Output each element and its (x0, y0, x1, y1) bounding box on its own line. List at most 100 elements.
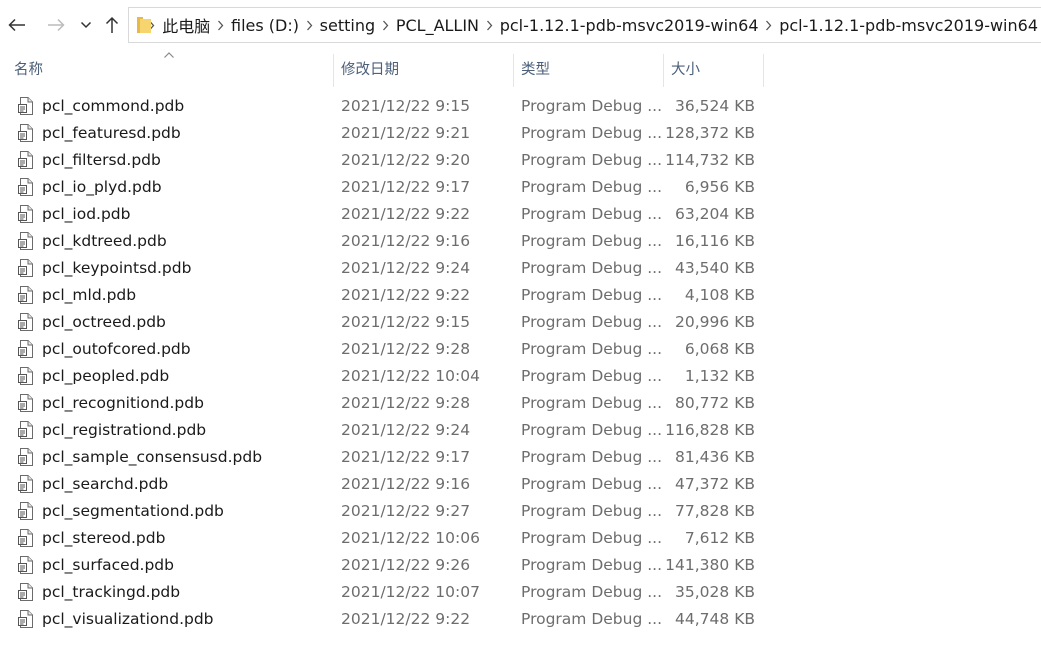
file-name: pcl_kdtreed.pdb (42, 231, 167, 250)
chevron-right-icon[interactable] (381, 20, 390, 31)
back-button[interactable] (6, 12, 28, 38)
file-name: pcl_octreed.pdb (42, 312, 166, 331)
column-header-date[interactable]: 修改日期 (333, 50, 513, 87)
forward-button[interactable] (45, 12, 67, 38)
column-header-size[interactable]: 大小 (663, 50, 763, 87)
file-modified-date: 2021/12/22 9:21 (341, 123, 471, 142)
file-name: pcl_segmentationd.pdb (42, 501, 224, 520)
file-modified-date: 2021/12/22 10:04 (341, 366, 480, 385)
file-list: pcl_commond.pdb 2021/12/22 9:15 Program De… (0, 92, 1041, 632)
file-type: Program Debug ... (521, 177, 663, 196)
file-type: Program Debug ... (521, 501, 663, 520)
column-header-name-label: 名称 (14, 62, 43, 78)
file-name: pcl_stereod.pdb (42, 528, 166, 547)
column-divider[interactable] (763, 54, 764, 87)
file-row[interactable]: pcl_peopled.pdb 2021/12/22 10:04 Program D… (0, 362, 1041, 389)
file-size: 16,116 KB (675, 231, 755, 250)
pdb-file-icon (18, 313, 34, 331)
file-type: Program Debug ... (521, 555, 663, 574)
column-header-type[interactable]: 类型 (513, 50, 663, 87)
sort-ascending-icon (164, 52, 174, 58)
file-size: 43,540 KB (675, 258, 755, 277)
breadcrumb-pdb-folder[interactable]: pcl-1.12.1-pdb-msvc2019-win64 (497, 16, 762, 35)
file-row[interactable]: pcl_outofcored.pdb 2021/12/22 9:28 Program… (0, 335, 1041, 362)
file-type: Program Debug ... (521, 285, 663, 304)
pdb-file-icon (18, 394, 34, 412)
file-row[interactable]: pcl_recognitiond.pdb 2021/12/22 9:28 Progr… (0, 389, 1041, 416)
file-name: pcl_mld.pdb (42, 285, 137, 304)
chevron-right-icon[interactable] (765, 20, 774, 31)
file-type: Program Debug ... (521, 420, 663, 439)
file-modified-date: 2021/12/22 9:16 (341, 474, 471, 493)
file-row[interactable]: pcl_octreed.pdb 2021/12/22 9:15 Program De… (0, 308, 1041, 335)
file-row[interactable]: pcl_trackingd.pdb 2021/12/22 10:07 Program… (0, 578, 1041, 605)
file-modified-date: 2021/12/22 9:28 (341, 393, 471, 412)
breadcrumb-drive[interactable]: files (D:) (228, 16, 302, 35)
up-button[interactable] (101, 12, 123, 38)
file-type: Program Debug ... (521, 393, 663, 412)
file-row[interactable]: pcl_surfaced.pdb 2021/12/22 9:26 Program D… (0, 551, 1041, 578)
file-row[interactable]: pcl_kdtreed.pdb 2021/12/22 9:16 Program De… (0, 227, 1041, 254)
file-row[interactable]: pcl_visualizationd.pdb 2021/12/22 9:22 Pro… (0, 605, 1041, 632)
file-modified-date: 2021/12/22 9:15 (341, 312, 471, 331)
chevron-right-icon[interactable] (216, 20, 225, 31)
chevron-right-icon[interactable] (485, 20, 494, 31)
pdb-file-icon (18, 259, 34, 277)
file-row[interactable]: pcl_mld.pdb 2021/12/22 9:22 Program Debug … (0, 281, 1041, 308)
file-size: 47,372 KB (675, 474, 755, 493)
file-name: pcl_outofcored.pdb (42, 339, 191, 358)
breadcrumb-current-folder[interactable]: pcl-1.12.1-pdb-msvc2019-win64 (776, 16, 1041, 35)
file-type: Program Debug ... (521, 258, 663, 277)
file-modified-date: 2021/12/22 10:07 (341, 582, 480, 601)
file-modified-date: 2021/12/22 9:22 (341, 204, 471, 223)
file-size: 128,372 KB (665, 123, 755, 142)
address-bar[interactable]: 此电脑 files (D:) setting PCL_ALLIN pcl-1.1… (128, 7, 1041, 43)
arrow-up-icon (105, 16, 119, 33)
file-row[interactable]: pcl_keypointsd.pdb 2021/12/22 9:24 Program… (0, 254, 1041, 281)
file-row[interactable]: pcl_registrationd.pdb 2021/12/22 9:24 Prog… (0, 416, 1041, 443)
file-row[interactable]: pcl_stereod.pdb 2021/12/22 10:06 Program D… (0, 524, 1041, 551)
breadcrumb-setting[interactable]: setting (317, 16, 378, 35)
pdb-file-icon (18, 286, 34, 304)
file-name: pcl_featuresd.pdb (42, 123, 181, 142)
pdb-file-icon (18, 178, 34, 196)
file-type: Program Debug ... (521, 474, 663, 493)
file-modified-date: 2021/12/22 9:24 (341, 420, 471, 439)
file-type: Program Debug ... (521, 96, 663, 115)
recent-locations-button[interactable] (78, 12, 94, 38)
arrow-left-icon (8, 18, 25, 32)
file-name: pcl_iod.pdb (42, 204, 131, 223)
file-name: pcl_sample_consensusd.pdb (42, 447, 263, 466)
file-size: 77,828 KB (675, 501, 755, 520)
file-row[interactable]: pcl_searchd.pdb 2021/12/22 9:16 Program De… (0, 470, 1041, 497)
file-row[interactable]: pcl_featuresd.pdb 2021/12/22 9:21 Program … (0, 119, 1041, 146)
file-name: pcl_trackingd.pdb (42, 582, 181, 601)
pdb-file-icon (18, 475, 34, 493)
breadcrumb-pcl-allin[interactable]: PCL_ALLIN (393, 16, 482, 35)
file-type: Program Debug ... (521, 609, 663, 628)
file-name: pcl_commond.pdb (42, 96, 185, 115)
pdb-file-icon (18, 610, 34, 628)
pdb-file-icon (18, 232, 34, 250)
file-modified-date: 2021/12/22 9:22 (341, 609, 471, 628)
pdb-file-icon (18, 124, 34, 142)
column-header-type-label: 类型 (521, 62, 550, 78)
chevron-right-icon[interactable] (305, 20, 314, 31)
file-row[interactable]: pcl_commond.pdb 2021/12/22 9:15 Program De… (0, 92, 1041, 119)
file-row[interactable]: pcl_sample_consensusd.pdb 2021/12/22 9:17… (0, 443, 1041, 470)
file-modified-date: 2021/12/22 10:06 (341, 528, 480, 547)
file-row[interactable]: pcl_segmentationd.pdb 2021/12/22 9:27 Prog… (0, 497, 1041, 524)
pdb-file-icon (18, 340, 34, 358)
file-name: pcl_registrationd.pdb (42, 420, 207, 439)
file-row[interactable]: pcl_iod.pdb 2021/12/22 9:22 Program Debug … (0, 200, 1041, 227)
file-row[interactable]: pcl_io_plyd.pdb 2021/12/22 9:17 Program De… (0, 173, 1041, 200)
file-modified-date: 2021/12/22 9:16 (341, 231, 471, 250)
file-size: 141,380 KB (665, 555, 755, 574)
file-name: pcl_peopled.pdb (42, 366, 170, 385)
breadcrumb-this-pc[interactable]: 此电脑 (159, 13, 213, 37)
file-row[interactable]: pcl_filtersd.pdb 2021/12/22 9:20 Program D… (0, 146, 1041, 173)
file-type: Program Debug ... (521, 339, 663, 358)
folder-icon (137, 17, 151, 33)
file-modified-date: 2021/12/22 9:26 (341, 555, 471, 574)
file-modified-date: 2021/12/22 9:27 (341, 501, 471, 520)
